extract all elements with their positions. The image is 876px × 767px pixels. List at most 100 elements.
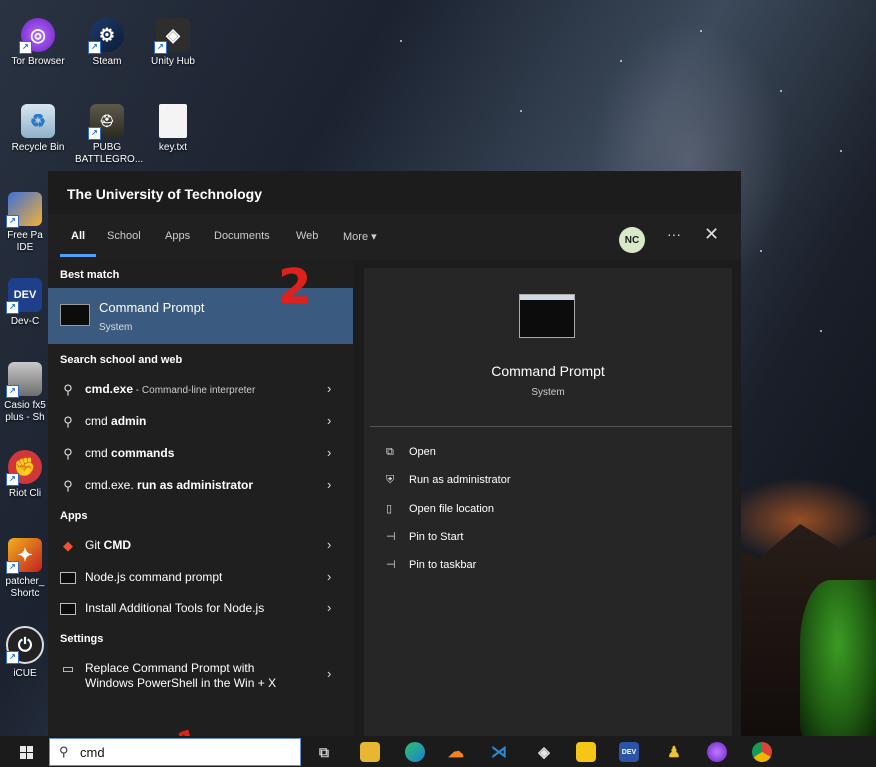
action-pin-to-start[interactable]: ⊣ Pin to Start	[386, 530, 463, 543]
settings-item-replace-cmd[interactable]: ▭ Replace Command Prompt with Windows Pow…	[48, 653, 353, 697]
chrome-icon[interactable]	[752, 742, 772, 762]
best-match-subtitle: System	[99, 322, 133, 333]
unity-hub-icon: ◈ ↗	[154, 18, 190, 54]
app-name-match: CMD	[103, 538, 131, 552]
user-avatar[interactable]: NC	[619, 227, 645, 253]
suggestion-prefix: cmd.exe.	[85, 478, 138, 492]
tor-browser-taskbar-icon[interactable]	[707, 742, 727, 762]
search-suggestion-cmd-commands[interactable]: ⚲ cmd commands ›	[48, 438, 353, 468]
star	[780, 90, 782, 92]
task-view-icon[interactable]: ⧉	[314, 742, 334, 762]
action-label: Pin to Start	[409, 531, 464, 543]
tab-apps[interactable]: Apps	[165, 230, 190, 242]
preview-subtitle: System	[531, 387, 565, 398]
preview-title: Command Prompt	[491, 363, 605, 379]
desktop-icon-label: Dev-C	[10, 316, 40, 327]
desktop-icon-dev-cpp[interactable]: DEV ↗ Dev-C	[0, 278, 50, 328]
settings-line-1: Replace Command Prompt with	[85, 661, 255, 675]
steam-icon: ⚙ ↗	[88, 18, 124, 54]
star	[840, 150, 842, 152]
monitor-icon: ▭	[61, 661, 75, 676]
chevron-right-icon[interactable]: ›	[327, 537, 331, 552]
pin-icon: ⊣	[386, 559, 396, 571]
suggestion-text: cmd.exe - Command-line interpreter	[85, 382, 255, 396]
app-name: Node.js command prompt	[85, 570, 223, 584]
search-suggestion-cmd-admin[interactable]: ⚲ cmd admin ›	[48, 406, 353, 436]
best-match-title: Command Prompt	[99, 300, 205, 315]
chevron-right-icon[interactable]: ›	[327, 477, 331, 492]
action-pin-to-taskbar[interactable]: ⊣ Pin to taskbar	[386, 558, 476, 571]
edge-icon[interactable]	[405, 742, 425, 762]
tab-school[interactable]: School	[107, 230, 141, 242]
chevron-right-icon[interactable]: ›	[327, 445, 331, 460]
dev-cpp-taskbar-icon[interactable]: DEV	[619, 742, 639, 762]
pubg-icon: ⛑ ↗	[88, 104, 124, 140]
taskbar-search-box[interactable]: ⚲	[49, 738, 301, 766]
action-label: Open	[409, 446, 436, 458]
desktop-icon-free-pascal[interactable]: ↗ Free Pa IDE	[0, 192, 50, 254]
desktop-icon-casio[interactable]: ↗ Casio fx5 plus - Sh	[0, 362, 50, 424]
tab-web[interactable]: Web	[296, 230, 318, 242]
search-icon: ⚲	[63, 446, 73, 461]
action-run-as-admin[interactable]: ⛨ Run as administrator	[386, 474, 511, 487]
desktop-icon-steam[interactable]: ⚙ ↗ Steam	[75, 18, 139, 68]
chevron-right-icon[interactable]: ›	[327, 413, 331, 428]
app-item-node-tools[interactable]: Install Additional Tools for Node.js ›	[48, 593, 353, 623]
desktop-icon-pubg[interactable]: ⛑ ↗ PUBG BATTLEGRO...	[75, 104, 143, 166]
desktop-icon-label: Free Pa IDE	[7, 230, 43, 253]
chevron-right-icon[interactable]: ›	[327, 600, 331, 615]
suggestion-completion: run as administrator	[137, 478, 254, 492]
chevron-right-icon[interactable]: ›	[327, 666, 331, 681]
active-tab-indicator	[60, 254, 96, 257]
action-open[interactable]: ⧉ Open	[386, 446, 436, 459]
desktop-icon-patcher[interactable]: ✦ ↗ patcher_ Shortc	[0, 538, 50, 600]
tor-browser-icon: ◎ ↗	[19, 18, 55, 54]
desktop-icon-recycle-bin[interactable]: ♻ Recycle Bin	[6, 104, 70, 154]
desktop-icon-tor-browser[interactable]: ◎ ↗ Tor Browser	[6, 18, 70, 68]
tab-more[interactable]: More ▾	[343, 230, 377, 243]
search-suggestion-run-as-admin[interactable]: ⚲ cmd.exe. run as administrator ›	[48, 470, 353, 500]
desktop-icon-key-txt[interactable]: key.txt	[141, 104, 205, 154]
desktop-icon-unity-hub[interactable]: ◈ ↗ Unity Hub	[141, 18, 205, 68]
action-open-file-location[interactable]: ▯ Open file location	[386, 502, 494, 515]
search-suggestion-cmd-exe[interactable]: ⚲ cmd.exe - Command-line interpreter ›	[48, 374, 353, 404]
chevron-right-icon[interactable]: ›	[327, 381, 331, 396]
file-explorer-icon[interactable]	[360, 742, 380, 762]
app-item-nodejs-prompt[interactable]: Node.js command prompt ›	[48, 562, 353, 592]
text-file-icon	[159, 104, 187, 138]
desktop-icon-riot-client[interactable]: ✊ ↗ Riot Cli	[0, 450, 50, 500]
game-launcher-icon[interactable]: ♟	[664, 742, 684, 762]
search-scope-tabs: All School Apps Documents Web More ▾ NC …	[48, 214, 741, 260]
app-item-git-cmd[interactable]: ◆ Git CMD ›	[48, 530, 353, 560]
search-input[interactable]	[80, 743, 280, 761]
search-icon: ⚲	[63, 414, 73, 429]
tab-documents[interactable]: Documents	[214, 230, 270, 242]
file-icon: ▯	[386, 503, 393, 515]
desktop-icon-icue[interactable]: ⏻ ↗ iCUE	[0, 626, 50, 680]
unity-icon[interactable]: ◈	[534, 742, 554, 762]
star	[820, 330, 822, 332]
patcher-icon: ✦ ↗	[6, 538, 42, 574]
action-label: Run as administrator	[409, 474, 511, 486]
cloudflare-warp-icon[interactable]: ☁	[446, 742, 466, 762]
windows-start-icon[interactable]	[20, 746, 33, 759]
vscode-icon[interactable]: ⋊	[489, 742, 509, 762]
suggestion-completion: admin	[111, 414, 147, 428]
app-name: Install Additional Tools for Node.js	[85, 601, 265, 615]
terminal-icon	[60, 572, 76, 584]
search-icon: ⚲	[63, 382, 73, 397]
open-icon: ⧉	[386, 446, 394, 458]
command-prompt-large-icon	[519, 294, 575, 338]
section-apps: Apps	[60, 510, 88, 522]
desktop-icon-label: key.txt	[158, 142, 188, 153]
app-name-prefix: Git	[85, 538, 104, 552]
shield-icon: ⛨	[386, 474, 395, 486]
tab-all[interactable]: All	[71, 230, 85, 242]
close-icon[interactable]: ✕	[704, 224, 719, 245]
sticky-notes-icon[interactable]	[576, 742, 596, 762]
more-options-icon[interactable]: ···	[667, 226, 681, 242]
suggestion-prefix: cmd	[85, 414, 112, 428]
recycle-bin-icon: ♻	[21, 104, 55, 138]
chevron-right-icon[interactable]: ›	[327, 569, 331, 584]
suggestion-completion: commands	[111, 446, 175, 460]
